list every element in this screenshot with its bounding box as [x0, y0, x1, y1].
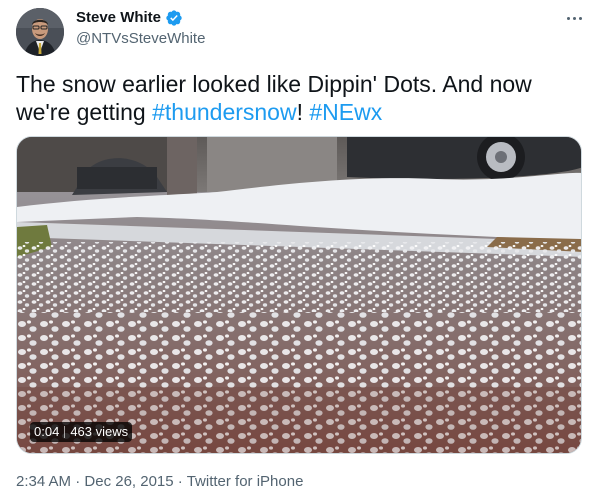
tweet-time-link[interactable]: 2:34 AM	[16, 473, 71, 490]
verified-badge-icon	[165, 9, 183, 27]
tweet-source-link[interactable]: Twitter for iPhone	[187, 473, 304, 490]
video-player[interactable]: 0:04 463 views	[16, 136, 582, 454]
video-stats-badge: 0:04 463 views	[30, 422, 133, 442]
hashtag-thundersnow[interactable]: #thundersnow	[152, 99, 297, 125]
author-name-row[interactable]: Steve White	[76, 8, 183, 28]
tweet-text-part2: !	[296, 99, 310, 125]
meta-separator: ·	[71, 473, 85, 490]
tweet-metadata: 2:34 AM · Dec 26, 2015 · Twitter for iPh…	[16, 472, 303, 492]
author-handle[interactable]: @NTVsSteveWhite	[76, 29, 205, 49]
hashtag-newx[interactable]: #NEwx	[309, 99, 382, 125]
author-display-name[interactable]: Steve White	[76, 8, 161, 28]
video-duration: 0:04	[34, 424, 60, 439]
more-options-icon[interactable]	[563, 8, 585, 28]
tweet-date-link[interactable]: Dec 26, 2015	[84, 473, 173, 490]
tweet-text: The snow earlier looked like Dippin' Dot…	[16, 70, 581, 126]
badge-divider	[64, 426, 66, 438]
avatar[interactable]	[16, 8, 64, 56]
video-thumbnail	[17, 137, 581, 453]
meta-separator: ·	[173, 473, 187, 490]
avatar-photo	[16, 8, 64, 56]
video-view-count: 463 views	[70, 424, 129, 439]
